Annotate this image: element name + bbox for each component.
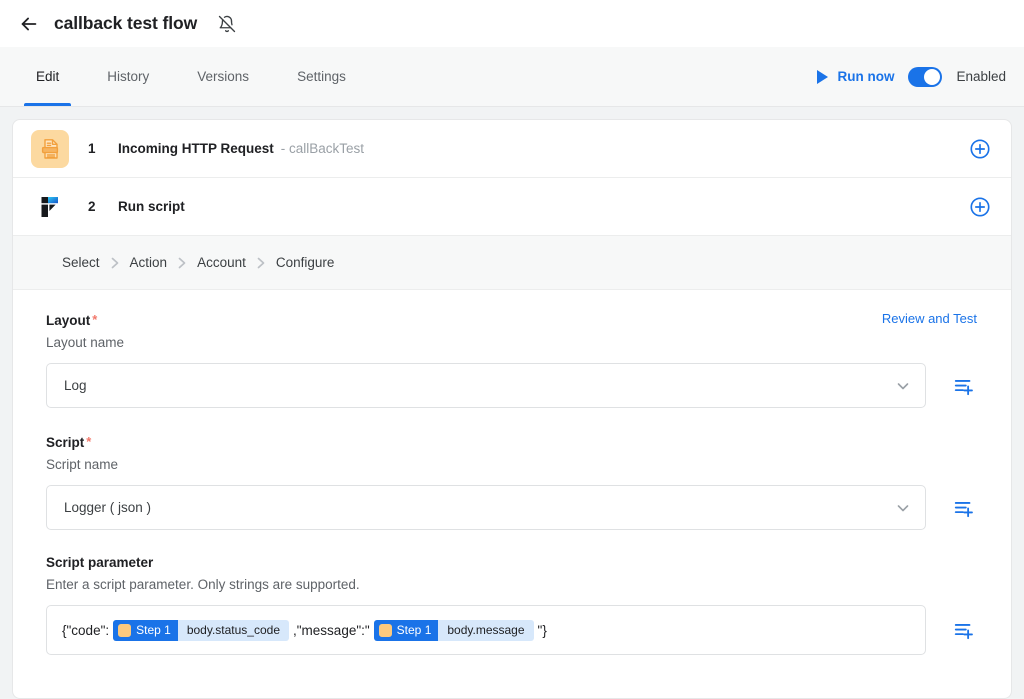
layout-control-row: Log — [46, 363, 979, 408]
chevron-right-icon — [257, 257, 265, 269]
breadcrumb-item-account[interactable]: Account — [197, 255, 246, 270]
insert-data-icon[interactable] — [953, 375, 975, 397]
chevron-right-icon — [178, 257, 186, 269]
script-label: Script * — [46, 435, 91, 450]
tab-list: Edit History Versions Settings — [12, 47, 370, 106]
step-chip-icon — [118, 624, 131, 637]
required-marker: * — [92, 313, 97, 327]
enabled-toggle[interactable] — [908, 67, 942, 87]
back-arrow-icon[interactable] — [18, 13, 40, 35]
script-parameter-label: Script parameter — [46, 555, 153, 570]
step-number: 1 — [88, 141, 118, 156]
script-control-row: Logger ( json ) — [46, 485, 979, 530]
flow-card: 1 Incoming HTTP Request - callBackTest — [12, 119, 1012, 699]
script-parameter-help: Enter a script parameter. Only strings a… — [46, 577, 979, 592]
tab-history[interactable]: History — [83, 47, 173, 106]
enabled-label: Enabled — [956, 69, 1006, 84]
script-field: Script * Script name Logger ( json ) — [46, 434, 979, 530]
layout-select-value: Log — [64, 378, 87, 393]
script-help: Script name — [46, 457, 979, 472]
http-request-icon — [31, 130, 69, 168]
token-step-label: Step 1 — [136, 623, 171, 637]
layout-label: Layout * — [46, 313, 97, 328]
step-name: Incoming HTTP Request — [118, 141, 274, 156]
plus-circle-icon[interactable] — [969, 196, 991, 218]
page-title: callback test flow — [54, 13, 197, 34]
insert-data-icon[interactable] — [953, 619, 975, 641]
step-number: 2 — [88, 199, 118, 214]
script-select-value: Logger ( json ) — [64, 500, 151, 515]
layout-select[interactable]: Log — [46, 363, 926, 408]
tab-bar-actions: Run now Enabled — [817, 67, 1012, 87]
layout-field: Layout * Layout name Log — [46, 312, 979, 408]
token-step-part: Step 1 — [113, 620, 178, 641]
step-chip-icon — [379, 624, 392, 637]
tab-versions[interactable]: Versions — [173, 47, 273, 106]
script-parameter-field: Script parameter Enter a script paramete… — [46, 554, 979, 655]
script-parameter-input[interactable]: {"code": Step 1 body.status_code ,"messa… — [46, 605, 926, 655]
param-text-prefix: {"code": — [62, 623, 109, 638]
bell-off-icon[interactable] — [217, 14, 237, 34]
page-body: 1 Incoming HTTP Request - callBackTest — [0, 107, 1024, 699]
step-name: Run script — [118, 199, 185, 214]
breadcrumb-item-configure[interactable]: Configure — [276, 255, 335, 270]
data-token[interactable]: Step 1 body.status_code — [113, 620, 289, 641]
insert-data-icon[interactable] — [953, 497, 975, 519]
tab-history-label: History — [107, 69, 149, 84]
spacer — [46, 408, 979, 434]
token-step-part: Step 1 — [374, 620, 439, 641]
layout-label-text: Layout — [46, 313, 90, 328]
required-marker: * — [86, 435, 91, 449]
breadcrumb-item-select[interactable]: Select — [62, 255, 100, 270]
review-and-test-link[interactable]: Review and Test — [882, 311, 977, 326]
data-token[interactable]: Step 1 body.message — [374, 620, 534, 641]
param-text-suffix: "} — [538, 623, 547, 638]
tab-bar: Edit History Versions Settings Run now E… — [0, 47, 1024, 107]
script-parameter-label-text: Script parameter — [46, 555, 153, 570]
chevron-down-icon — [895, 500, 911, 516]
breadcrumb: Select Action Account Configure — [13, 236, 1011, 290]
tab-edit[interactable]: Edit — [12, 47, 83, 106]
chevron-down-icon — [895, 378, 911, 394]
script-parameter-control-row: {"code": Step 1 body.status_code ,"messa… — [46, 605, 979, 655]
token-step-label: Step 1 — [397, 623, 432, 637]
step-row[interactable]: 1 Incoming HTTP Request - callBackTest — [13, 120, 1011, 178]
token-path-label: body.status_code — [178, 620, 289, 641]
run-now-label: Run now — [837, 69, 894, 84]
toggle-knob — [924, 69, 940, 85]
param-text-middle: ,"message":" — [293, 623, 370, 638]
configure-form: Review and Test Layout * Layout name Log — [13, 290, 1011, 655]
script-label-text: Script — [46, 435, 84, 450]
step-subtitle: - callBackTest — [281, 141, 364, 156]
script-select[interactable]: Logger ( json ) — [46, 485, 926, 530]
layout-help: Layout name — [46, 335, 979, 350]
chevron-right-icon — [111, 257, 119, 269]
spacer — [46, 530, 979, 554]
tab-settings-label: Settings — [297, 69, 346, 84]
tab-settings[interactable]: Settings — [273, 47, 370, 106]
plus-circle-icon[interactable] — [969, 138, 991, 160]
script-app-logo-icon — [31, 188, 69, 226]
token-path-label: body.message — [438, 620, 533, 641]
play-icon — [817, 70, 828, 84]
run-now-button[interactable]: Run now — [817, 69, 894, 84]
step-row[interactable]: 2 Run script — [13, 178, 1011, 236]
tab-edit-label: Edit — [36, 69, 59, 84]
breadcrumb-item-action[interactable]: Action — [130, 255, 168, 270]
title-bar: callback test flow — [0, 0, 1024, 47]
tab-versions-label: Versions — [197, 69, 249, 84]
